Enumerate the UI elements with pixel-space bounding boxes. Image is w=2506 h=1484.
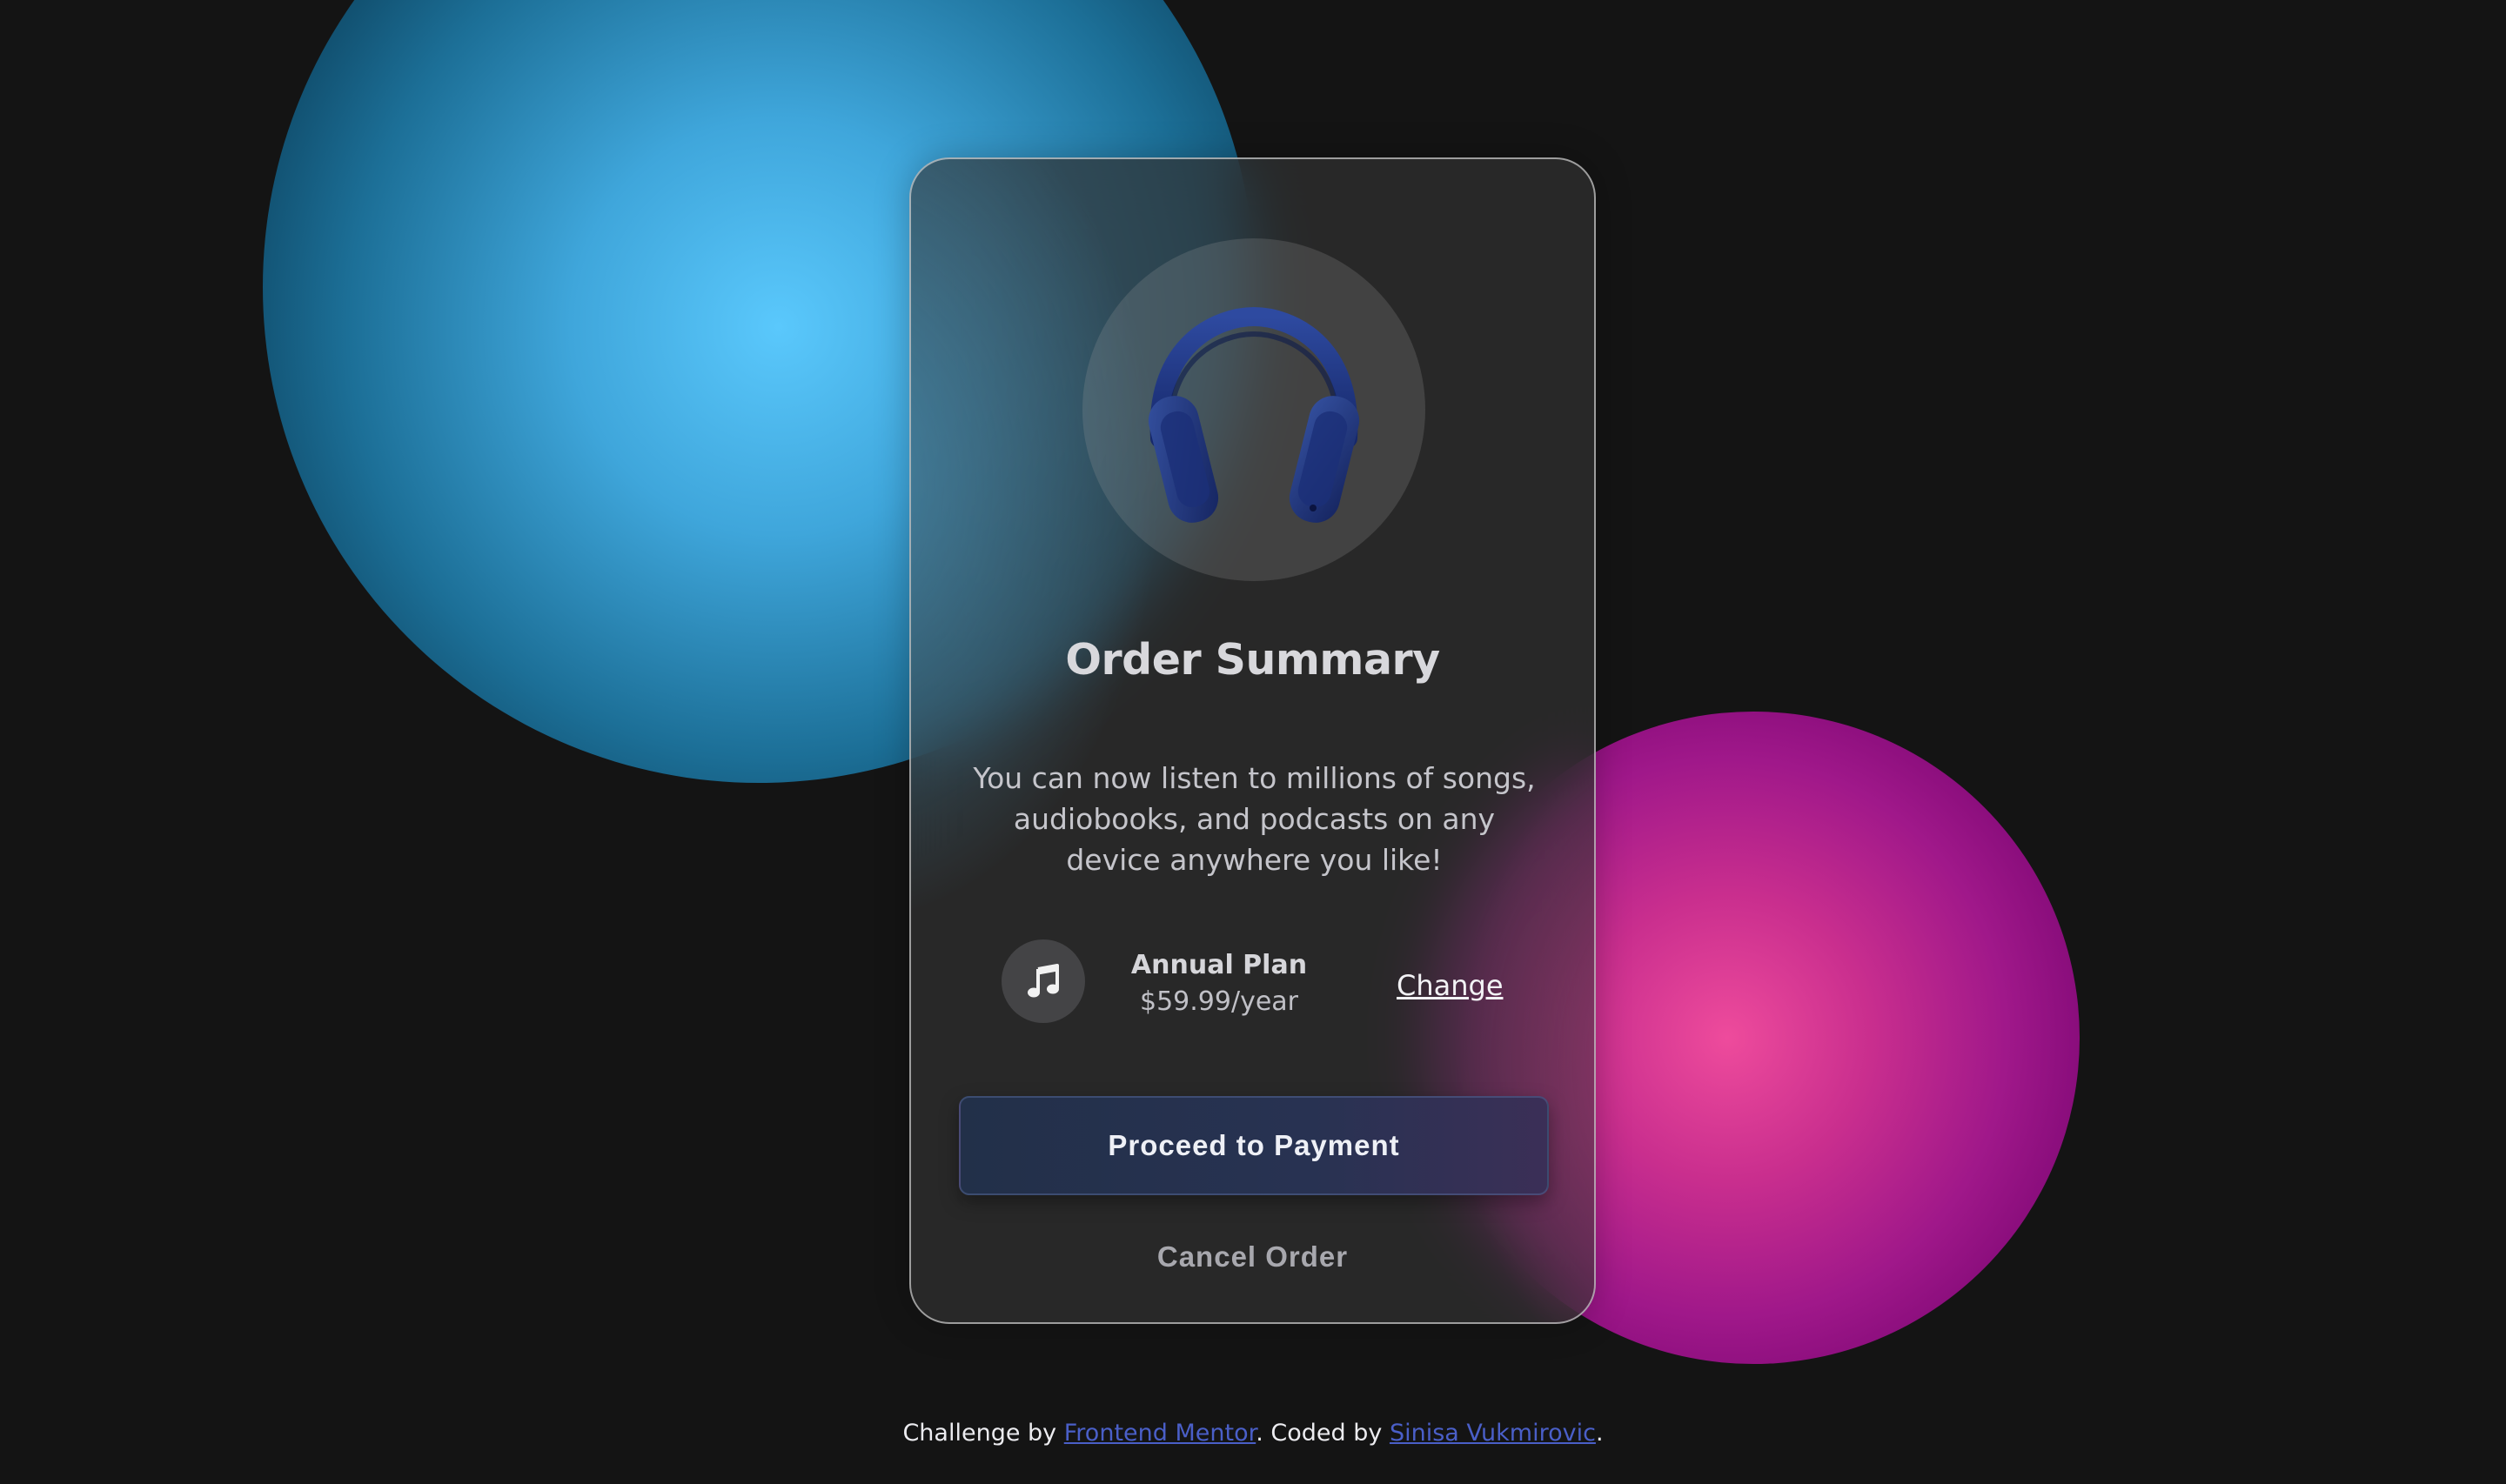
product-image-circle [1082, 238, 1425, 581]
plan-icon-circle [1002, 939, 1085, 1023]
attribution-footer: Challenge by Frontend Mentor. Coded by S… [0, 1420, 2506, 1447]
card-title: Order Summary [1065, 635, 1440, 685]
author-link[interactable]: Sinisa Vukmirovic [1390, 1420, 1596, 1447]
footer-suffix: . [1595, 1420, 1604, 1447]
plan-name: Annual Plan [1130, 950, 1308, 980]
plan-price: $59.99/year [1139, 986, 1298, 1017]
order-summary-card: Order Summary You can now listen to mill… [909, 157, 1596, 1324]
proceed-to-payment-button[interactable]: Proceed to Payment [959, 1096, 1549, 1195]
cancel-order-button[interactable]: Cancel Order [911, 1240, 1594, 1273]
frontend-mentor-link[interactable]: Frontend Mentor [1064, 1420, 1256, 1447]
plan-row: Annual Plan $59.99/year Change [1002, 939, 1506, 1026]
footer-prefix: Challenge by [902, 1420, 1064, 1447]
card-description: You can now listen to millions of songs,… [973, 761, 1536, 877]
footer-middle: . Coded by [1256, 1420, 1390, 1447]
headphones-icon [1148, 306, 1360, 523]
change-plan-link[interactable]: Change [1397, 969, 1504, 1002]
page-background: Order Summary You can now listen to mill… [0, 0, 2506, 1484]
music-note-icon [1028, 964, 1059, 998]
